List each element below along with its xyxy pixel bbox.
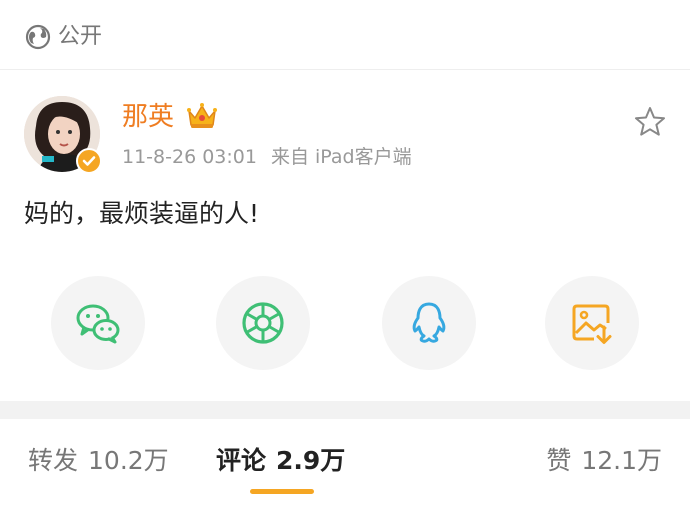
- tab-like-label: 赞: [546, 446, 572, 475]
- share-wechat-button[interactable]: [51, 276, 145, 370]
- post-content: 妈的，最烦装逼的人!: [24, 199, 260, 228]
- verified-icon: [76, 148, 102, 174]
- tab-repost-label: 转发: [28, 446, 79, 475]
- active-tab-indicator: [250, 489, 314, 494]
- share-moments-button[interactable]: [216, 276, 310, 370]
- tab-like[interactable]: 赞 12.1万: [546, 443, 662, 479]
- globe-icon: [25, 24, 51, 50]
- save-image-icon: [572, 304, 612, 344]
- tab-like-count: 12.1万: [581, 446, 662, 475]
- visibility-label: 公开: [58, 24, 103, 49]
- moments-icon: [242, 302, 284, 344]
- tab-repost[interactable]: 转发 10.2万: [28, 443, 169, 479]
- username[interactable]: 那英: [122, 100, 174, 134]
- favorite-star-icon[interactable]: [632, 104, 668, 140]
- post-timestamp: 11-8-26 03:01: [122, 146, 257, 168]
- qq-icon: [412, 302, 446, 343]
- tab-comment-count: 2.9万: [276, 446, 346, 475]
- post-source: 来自 iPad客户端: [270, 146, 412, 168]
- tab-comment-label: 评论: [216, 446, 267, 475]
- tab-comment[interactable]: 评论 2.9万: [216, 443, 345, 479]
- post-meta: 11-8-26 03:01 来自 iPad客户端: [122, 144, 412, 170]
- visibility-bar: 公开: [0, 0, 690, 70]
- crown-icon: [187, 103, 217, 128]
- save-image-button[interactable]: [545, 276, 639, 370]
- wechat-icon: [76, 304, 120, 344]
- section-divider: [0, 401, 690, 419]
- tab-repost-count: 10.2万: [88, 446, 169, 475]
- share-qq-button[interactable]: [382, 276, 476, 370]
